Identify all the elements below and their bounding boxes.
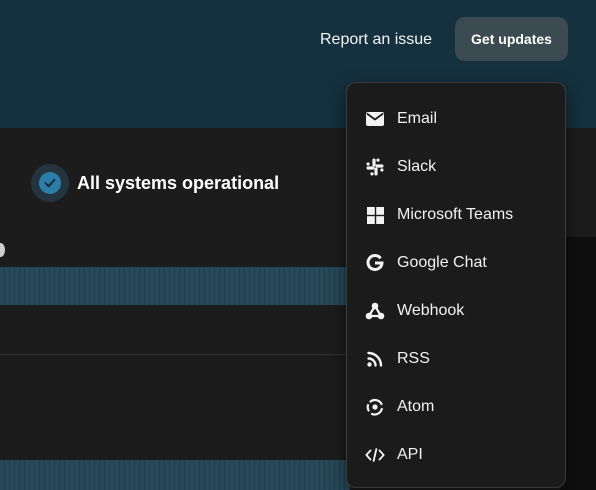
get-updates-button[interactable]: Get updates — [455, 17, 568, 61]
menu-item-google-chat[interactable]: Google Chat — [347, 243, 565, 283]
menu-item-microsoft-teams[interactable]: Microsoft Teams — [347, 195, 565, 235]
checkmark-icon — [44, 178, 56, 188]
menu-item-label: RSS — [397, 350, 430, 367]
subscribe-dropdown-menu: Email Slack Microsoft Teams Google Chat … — [346, 82, 566, 488]
microsoft-teams-icon — [365, 205, 385, 225]
check-circle-icon — [31, 164, 69, 202]
api-code-icon — [365, 445, 385, 465]
menu-item-label: Microsoft Teams — [397, 206, 514, 223]
menu-item-webhook[interactable]: Webhook — [347, 291, 565, 331]
atom-icon — [365, 397, 385, 417]
webhook-icon — [365, 301, 385, 321]
menu-item-label: Slack — [397, 158, 437, 175]
menu-item-email[interactable]: Email — [347, 99, 565, 139]
menu-item-rss[interactable]: RSS — [347, 339, 565, 379]
section-divider — [0, 354, 350, 355]
rss-icon — [365, 349, 385, 369]
report-issue-link[interactable]: Report an issue — [320, 28, 432, 52]
menu-item-label: Webhook — [397, 302, 465, 319]
status-page: Report an issue Get updates All systems … — [0, 0, 596, 490]
menu-item-api[interactable]: API — [347, 435, 565, 475]
mail-icon — [365, 109, 385, 129]
menu-item-label: API — [397, 446, 423, 463]
menu-item-slack[interactable]: Slack — [347, 147, 565, 187]
uptime-history-bar[interactable] — [0, 460, 350, 490]
overall-status-text: All systems operational — [77, 173, 280, 193]
menu-item-label: Google Chat — [397, 254, 487, 271]
uptime-history-bar[interactable] — [0, 267, 350, 305]
google-chat-icon — [365, 253, 385, 273]
menu-item-atom[interactable]: Atom — [347, 387, 565, 427]
menu-item-label: Atom — [397, 398, 435, 415]
slack-icon — [365, 157, 385, 177]
check-circle-icon-fill — [39, 172, 61, 194]
menu-item-label: Email — [397, 110, 438, 127]
